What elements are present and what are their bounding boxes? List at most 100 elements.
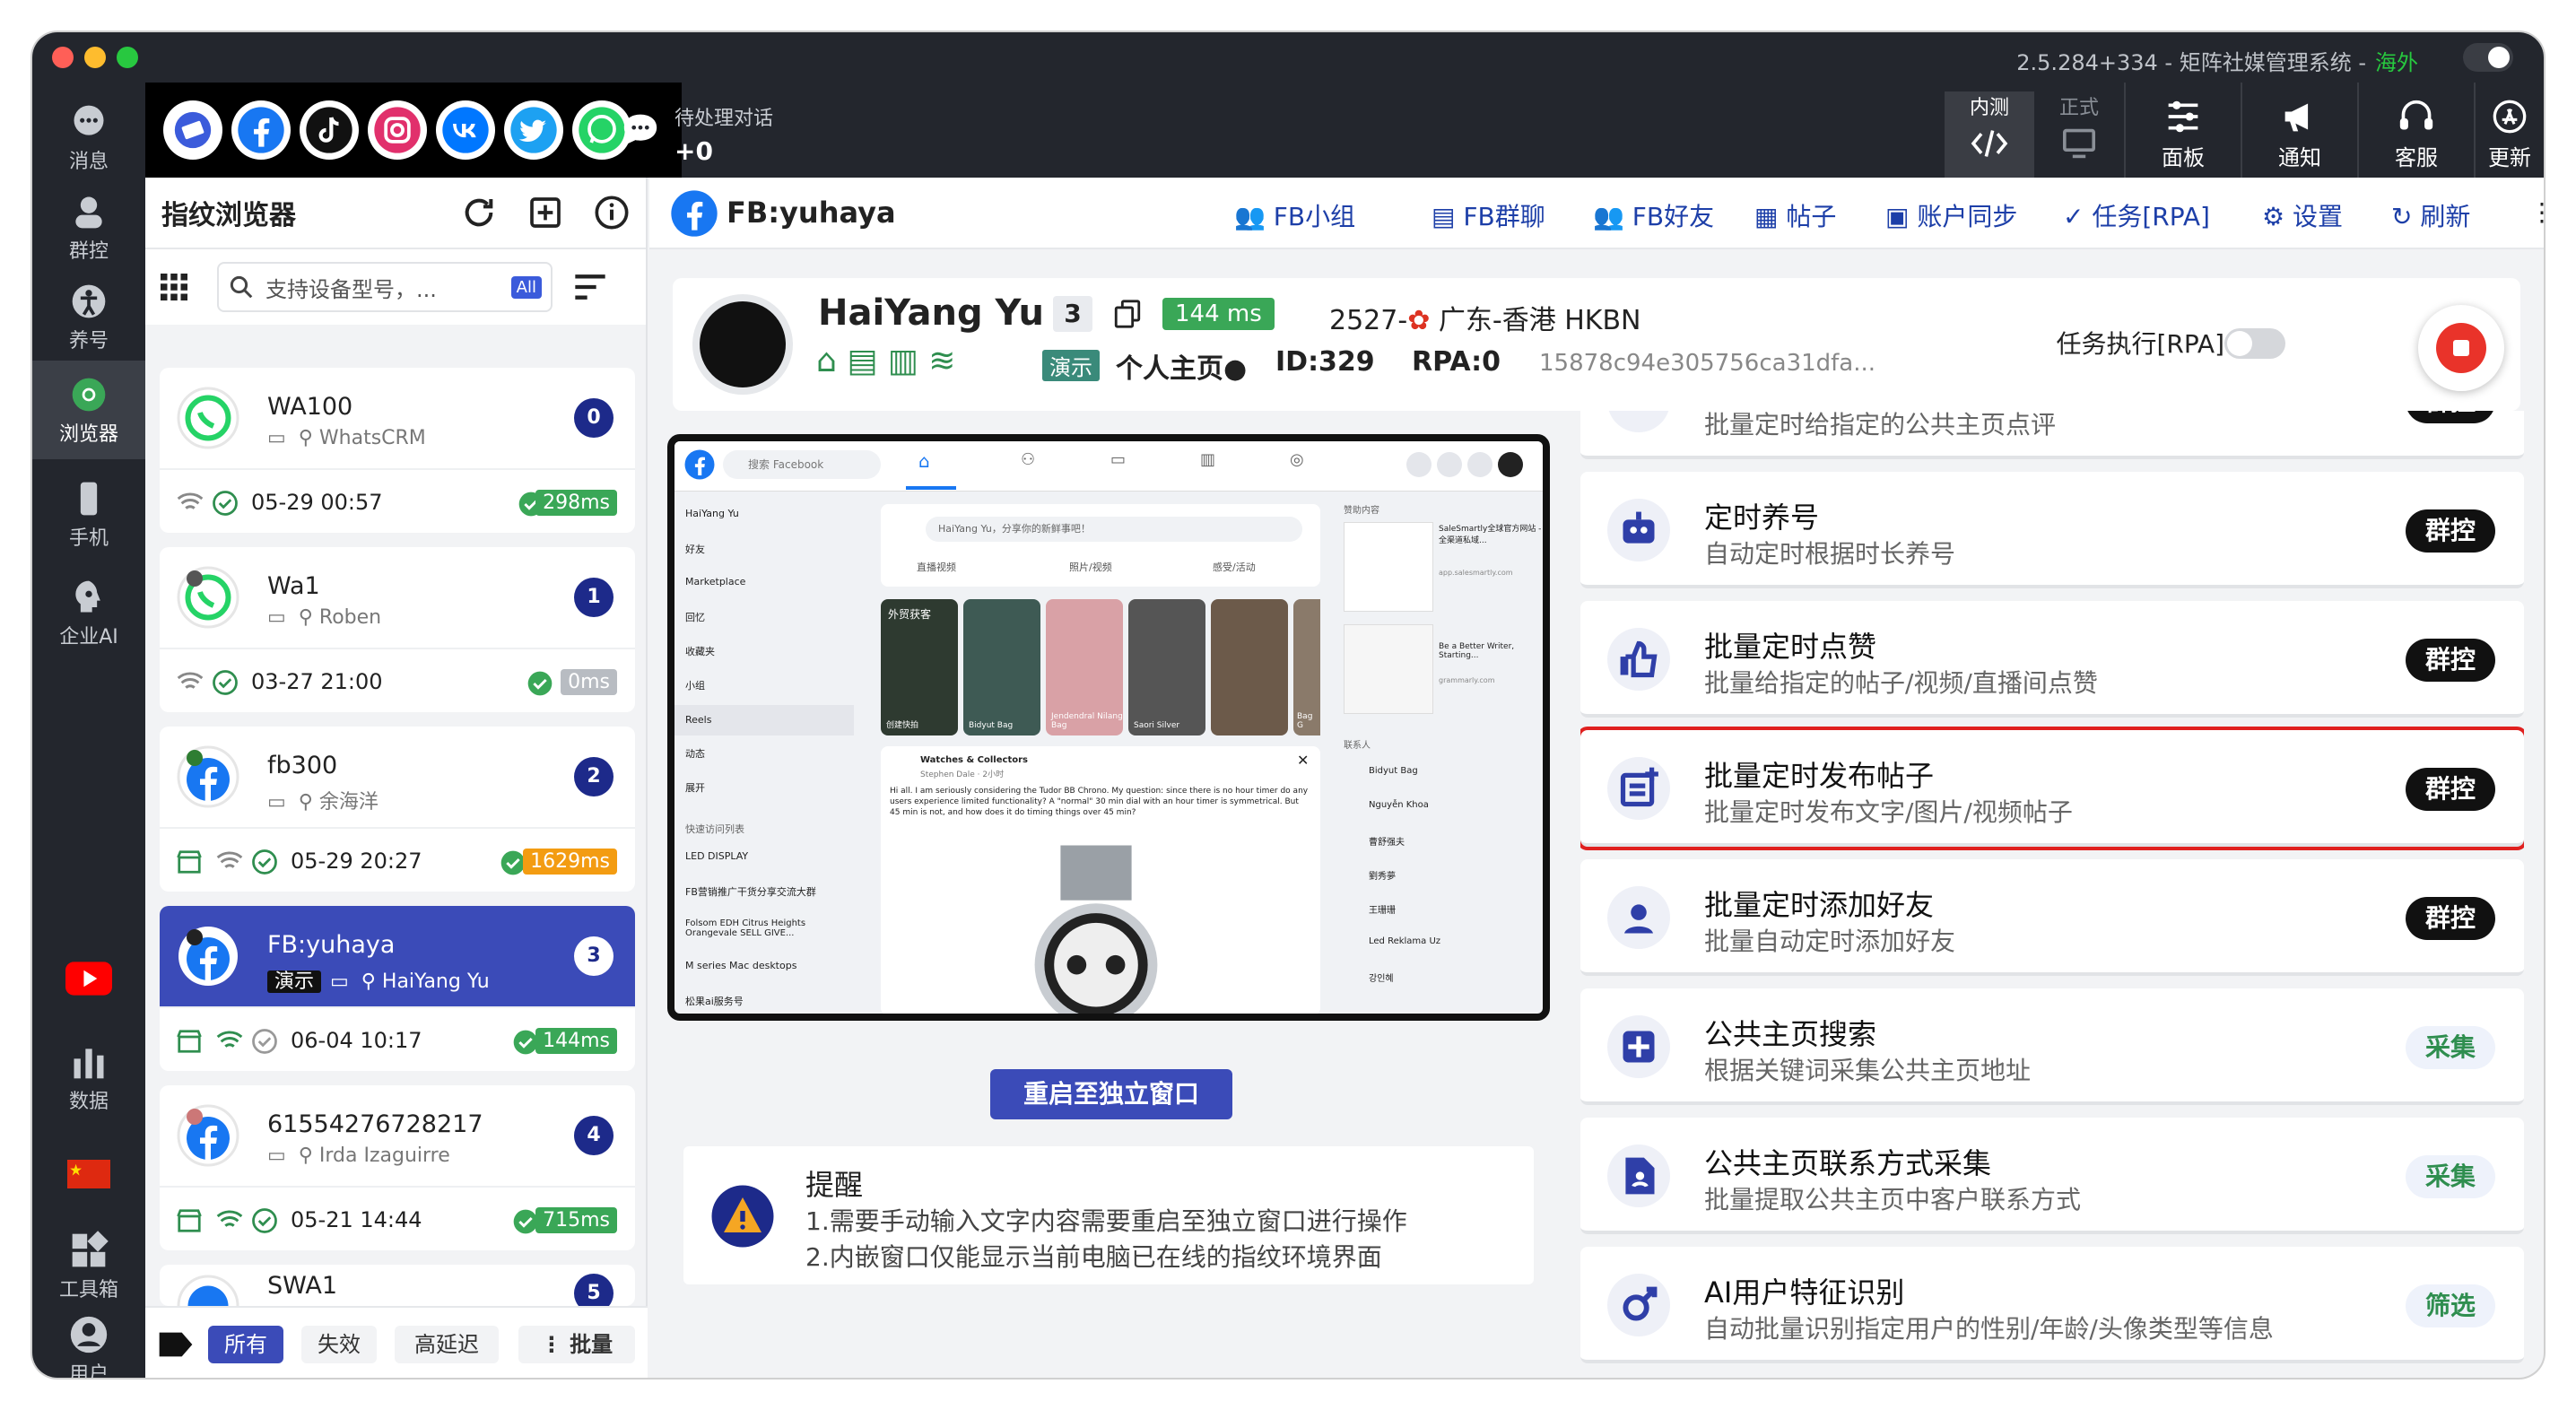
fb-contact[interactable]: 劉秀夢 — [1369, 868, 1396, 882]
stop-button[interactable] — [2418, 305, 2504, 391]
nav-item-message[interactable]: 消息 — [32, 91, 145, 181]
maximize-window-button[interactable] — [117, 47, 138, 68]
nav-posts[interactable]: ▦ 帖子 — [1754, 197, 1836, 233]
fb-menu-item[interactable]: Marketplace — [685, 576, 745, 588]
grid-view-icon[interactable] — [158, 271, 190, 303]
fb-ad-image[interactable] — [1344, 624, 1433, 714]
fb-menu-item[interactable]: 收藏夹 — [685, 644, 715, 658]
fb-live-video-button[interactable]: 直播视频 — [917, 560, 956, 574]
nav-fb-friends[interactable]: 👥 FB好友 — [1593, 197, 1714, 233]
filter-high-latency-chip[interactable]: 高延迟 — [395, 1326, 499, 1363]
fb-contact[interactable]: 王珊珊 — [1369, 902, 1396, 916]
social-app-twitter[interactable] — [504, 100, 563, 160]
task-action-button[interactable]: 群控 — [2405, 639, 2495, 682]
fb-contact[interactable]: Nguyễn Khoa — [1369, 800, 1429, 810]
update-button[interactable]: 更新 — [2474, 83, 2544, 178]
task-card-highlighted[interactable]: 批量定时发布帖子 批量定时发布文字/图片/视频帖子 群控 — [1580, 727, 2524, 850]
refresh-icon[interactable] — [461, 195, 497, 231]
restart-window-button[interactable]: 重启至独立窗口 — [990, 1069, 1232, 1119]
fb-watch-icon[interactable]: ▭ — [1110, 450, 1126, 469]
sort-icon[interactable] — [572, 271, 608, 303]
social-app-instagram[interactable] — [368, 100, 427, 160]
fb-post-close-icon[interactable]: ✕ — [1297, 752, 1309, 769]
nav-fb-groups[interactable]: 👥 FB小组 — [1234, 197, 1355, 233]
fb-shortcut[interactable]: FB营销推广干货分享交流大群 — [685, 884, 847, 899]
theme-toggle[interactable] — [2463, 43, 2513, 72]
task-action-button[interactable]: 群控 — [2405, 411, 2495, 423]
fb-friends-icon[interactable]: ⚇ — [1021, 450, 1035, 469]
fb-menu-item[interactable]: HaiYang Yu — [685, 508, 739, 519]
fb-photo-video-button[interactable]: 照片/视频 — [1069, 560, 1112, 574]
filter-all-chip[interactable]: 所有 — [208, 1326, 283, 1363]
env-prod-button[interactable]: 正式 — [2034, 91, 2124, 160]
fb-menu-item-active[interactable]: Reels — [674, 705, 854, 735]
batch-button[interactable]: ⋮ 批量 — [518, 1326, 635, 1363]
fb-shortcut[interactable]: M series Mac desktops — [685, 960, 847, 971]
add-box-icon[interactable] — [527, 195, 563, 231]
fb-post-author[interactable]: Watches & Collectors — [920, 755, 1028, 765]
task-action-button[interactable]: 群控 — [2405, 768, 2495, 811]
fb-ad-text[interactable]: Be a Better Writer, Starting... — [1439, 642, 1543, 660]
nav-item-data[interactable]: 数据 — [32, 1033, 145, 1123]
fb-menu-item[interactable]: 小组 — [685, 678, 705, 692]
task-action-button[interactable]: 群控 — [2405, 509, 2495, 553]
nav-item-browser[interactable]: 浏览器 — [32, 361, 145, 459]
nav-refresh[interactable]: ↻ 刷新 — [2391, 197, 2470, 233]
profile-card[interactable]: WA100 ▭ ⚲ WhatsCRM 0 05-29 00:57 298ms — [160, 368, 635, 533]
social-app-fingerprint[interactable] — [163, 100, 222, 160]
fb-compose-input[interactable]: HaiYang Yu，分享你的新鲜事吧！ — [926, 517, 1302, 542]
rpa-toggle[interactable] — [2224, 328, 2285, 359]
task-action-button[interactable]: 筛选 — [2405, 1284, 2495, 1327]
tag-icon[interactable] — [158, 1329, 194, 1360]
fb-contact[interactable]: Bidyut Bag — [1369, 766, 1418, 776]
social-app-tiktok[interactable] — [300, 100, 359, 160]
nav-item-toolbox[interactable]: 工具箱 — [32, 1222, 145, 1311]
fb-marketplace-icon[interactable]: ▥ — [1200, 450, 1215, 469]
task-card[interactable]: 公共主页联系方式采集 批量提取公共主页中客户联系方式 采集 — [1580, 1118, 2524, 1234]
fb-story-card[interactable]: 外贸获客 创建快拍 — [881, 599, 958, 735]
fb-gaming-icon[interactable]: ◎ — [1290, 450, 1304, 469]
fb-story-card[interactable] — [1211, 599, 1288, 735]
fb-menu-icon[interactable] — [1406, 452, 1432, 477]
fb-menu-item[interactable]: 展开 — [685, 780, 705, 795]
fb-contact[interactable]: 강인혜 — [1369, 970, 1394, 984]
nav-item-enterprise-ai[interactable]: 企业AI — [32, 567, 145, 666]
support-button[interactable]: 客服 — [2357, 83, 2474, 178]
profile-search-input[interactable]: 支持设备型号，... All — [217, 262, 553, 312]
fb-search-input[interactable]: 搜索 Facebook — [723, 450, 881, 479]
fb-story-card[interactable]: Saori Silver — [1128, 599, 1205, 735]
minimize-window-button[interactable] — [84, 47, 106, 68]
task-card[interactable]: 批量定时点赞 批量给指定的帖子/视频/直播间点赞 群控 — [1580, 601, 2524, 718]
nav-item-phone[interactable]: 手机 — [32, 468, 145, 558]
close-window-button[interactable] — [52, 47, 74, 68]
task-action-button[interactable]: 采集 — [2405, 1155, 2495, 1198]
info-icon[interactable] — [594, 195, 630, 231]
search-scope-badge[interactable]: All — [510, 276, 542, 299]
task-card[interactable]: 定时养号 自动定时根据时长养号 群控 — [1580, 472, 2524, 588]
nav-account-sync[interactable]: ▣ 账户同步 — [1885, 197, 2017, 233]
fb-menu-item[interactable]: 动态 — [685, 746, 705, 761]
filter-invalid-chip[interactable]: 失效 — [301, 1326, 377, 1363]
nav-fb-group-chat[interactable]: ▤ FB群聊 — [1432, 197, 1545, 233]
social-app-facebook[interactable] — [231, 100, 291, 160]
env-test-button[interactable]: 内测 — [1945, 91, 2034, 178]
profile-card[interactable]: fb300 ▭ ⚲ 余海洋 2 05-29 20:27 1629ms — [160, 727, 635, 892]
fb-shortcut[interactable]: Folsom EDH Citrus Heights Orangevale SEL… — [685, 918, 847, 938]
fb-menu-item[interactable]: 回忆 — [685, 610, 705, 624]
nav-rpa-tasks[interactable]: ✓ 任务[RPA] — [2063, 197, 2210, 233]
profile-card[interactable]: SWA1 5 — [160, 1265, 635, 1306]
panel-button[interactable]: 面板 — [2124, 83, 2241, 178]
profile-card-selected[interactable]: FB:yuhaya 演示 ▭ ⚲ HaiYang Yu 3 06-04 10:17… — [160, 906, 635, 1071]
fb-shortcut[interactable]: LED DISPLAY — [685, 850, 847, 862]
fb-menu-item[interactable]: 好友 — [685, 542, 705, 556]
nav-item-youtube[interactable] — [32, 962, 145, 1015]
task-action-button[interactable]: 群控 — [2405, 897, 2495, 940]
fb-ad-text[interactable]: SaleSmartly全球官方网站 - 全渠道私域... — [1439, 522, 1543, 545]
pending-conversations[interactable]: 待处理对话 +0 — [623, 102, 773, 166]
nav-item-group-control[interactable]: 群控 — [32, 181, 145, 271]
fb-story-card[interactable]: Bag G — [1293, 599, 1320, 735]
fb-home-icon[interactable]: ⌂ — [918, 450, 930, 472]
embedded-browser[interactable]: 搜索 Facebook ⌂ ⚇ ▭ ▥ ◎ HaiYang Yu 好友 Mark… — [667, 434, 1550, 1021]
nav-item-language[interactable] — [32, 1159, 145, 1204]
task-action-button[interactable]: 采集 — [2405, 1026, 2495, 1069]
